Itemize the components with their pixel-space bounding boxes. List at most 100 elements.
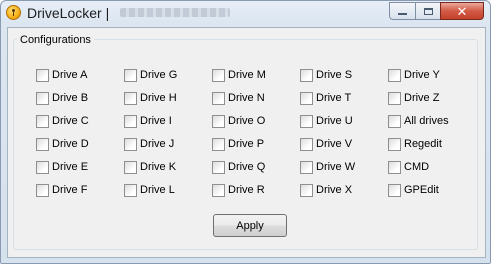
checkbox-box[interactable] (388, 68, 401, 82)
close-button[interactable]: ✕ (440, 2, 484, 20)
checkbox-label: Drive W (316, 161, 356, 173)
checkbox-box[interactable] (36, 160, 49, 174)
checkbox-drive-b[interactable]: Drive B (36, 90, 88, 106)
checkbox-drive-i[interactable]: Drive I (124, 113, 172, 129)
checkbox-drive-u[interactable]: Drive U (300, 113, 353, 129)
minimize-button[interactable] (389, 2, 415, 20)
client-area: Configurations Drive A Drive B Drive C Driv… (7, 27, 486, 258)
checkbox-label: Drive A (52, 69, 88, 81)
checkbox-label: Drive L (140, 184, 175, 196)
checkbox-label: Drive N (228, 92, 265, 104)
checkbox-label: Drive B (52, 92, 89, 104)
checkbox-box[interactable] (212, 183, 225, 197)
checkbox-label: Drive Q (228, 161, 266, 173)
checkbox-drive-s[interactable]: Drive S (300, 67, 352, 83)
minimize-icon (398, 13, 407, 15)
checkbox-drive-a[interactable]: Drive A (36, 67, 87, 83)
checkbox-gpedit[interactable]: GPEdit (388, 182, 439, 198)
blurred-title-url (120, 8, 230, 17)
checkbox-box[interactable] (300, 114, 313, 128)
close-icon: ✕ (456, 3, 468, 19)
checkbox-drive-o[interactable]: Drive O (212, 113, 265, 129)
checkbox-box[interactable] (212, 91, 225, 105)
checkbox-box[interactable] (124, 68, 137, 82)
checkbox-label: Drive T (316, 92, 352, 104)
checkbox-drive-p[interactable]: Drive P (212, 136, 264, 152)
checkbox-label: Drive K (140, 161, 177, 173)
checkbox-drive-t[interactable]: Drive T (300, 90, 351, 106)
checkbox-label: Drive H (140, 92, 177, 104)
checkbox-label: Drive I (140, 115, 172, 127)
checkbox-label: Drive M (228, 69, 266, 81)
checkbox-box[interactable] (36, 137, 49, 151)
checkbox-drive-x[interactable]: Drive X (300, 182, 352, 198)
checkbox-label: Drive D (52, 138, 89, 150)
checkbox-box[interactable] (36, 183, 49, 197)
checkbox-all-drives[interactable]: All drives (388, 113, 449, 129)
checkbox-box[interactable] (388, 137, 401, 151)
checkbox-label: Drive S (316, 69, 353, 81)
caption-buttons: ✕ (389, 2, 484, 21)
checkbox-label: Drive P (228, 138, 265, 150)
checkbox-drive-r[interactable]: Drive R (212, 182, 265, 198)
checkbox-drive-n[interactable]: Drive N (212, 90, 265, 106)
padlock-icon[interactable] (6, 5, 21, 20)
checkbox-box[interactable] (124, 91, 137, 105)
checkbox-box[interactable] (388, 183, 401, 197)
checkbox-drive-l[interactable]: Drive L (124, 182, 175, 198)
checkbox-cmd[interactable]: CMD (388, 159, 429, 175)
checkbox-drive-h[interactable]: Drive H (124, 90, 177, 106)
checkbox-label: Drive Z (404, 92, 440, 104)
checkbox-box[interactable] (36, 114, 49, 128)
checkbox-drive-k[interactable]: Drive K (124, 159, 176, 175)
checkbox-drive-d[interactable]: Drive D (36, 136, 89, 152)
checkbox-label: Drive G (140, 69, 178, 81)
checkbox-label: Drive R (228, 184, 265, 196)
checkbox-box[interactable] (124, 137, 137, 151)
checkbox-drive-j[interactable]: Drive J (124, 136, 174, 152)
checkbox-box[interactable] (300, 183, 313, 197)
checkbox-drive-c[interactable]: Drive C (36, 113, 89, 129)
checkbox-label: Drive E (52, 161, 89, 173)
checkbox-box[interactable] (388, 114, 401, 128)
checkbox-regedit[interactable]: Regedit (388, 136, 442, 152)
checkbox-box[interactable] (124, 183, 137, 197)
checkbox-label: Drive Y (404, 69, 440, 81)
checkbox-label: GPEdit (404, 184, 439, 196)
checkbox-label: Drive O (228, 115, 266, 127)
checkbox-label: Drive X (316, 184, 353, 196)
app-window: DriveLocker | ✕ Configurations Drive A Dr… (0, 0, 491, 264)
window-title: DriveLocker | (27, 5, 110, 21)
checkbox-box[interactable] (212, 68, 225, 82)
checkbox-box[interactable] (388, 91, 401, 105)
checkbox-box[interactable] (212, 160, 225, 174)
checkbox-box[interactable] (300, 137, 313, 151)
checkbox-drive-e[interactable]: Drive E (36, 159, 88, 175)
checkbox-box[interactable] (388, 160, 401, 174)
checkbox-drive-y[interactable]: Drive Y (388, 67, 440, 83)
checkbox-box[interactable] (124, 114, 137, 128)
checkbox-drive-g[interactable]: Drive G (124, 67, 177, 83)
checkbox-box[interactable] (124, 160, 137, 174)
checkbox-drive-f[interactable]: Drive F (36, 182, 87, 198)
checkbox-box[interactable] (212, 137, 225, 151)
checkbox-drive-m[interactable]: Drive M (212, 67, 266, 83)
checkbox-box[interactable] (212, 114, 225, 128)
checkbox-drive-v[interactable]: Drive V (300, 136, 352, 152)
checkbox-label: Drive V (316, 138, 353, 150)
checkbox-box[interactable] (36, 91, 49, 105)
maximize-button[interactable] (415, 2, 440, 20)
apply-button[interactable]: Apply (213, 214, 287, 237)
checkbox-box[interactable] (300, 91, 313, 105)
checkbox-box[interactable] (36, 68, 49, 82)
title-bar[interactable]: DriveLocker | ✕ (1, 1, 490, 25)
checkbox-drive-z[interactable]: Drive Z (388, 90, 439, 106)
checkbox-drive-w[interactable]: Drive W (300, 159, 355, 175)
checkbox-box[interactable] (300, 160, 313, 174)
maximize-icon (423, 7, 433, 15)
checkbox-box[interactable] (300, 68, 313, 82)
checkbox-drive-q[interactable]: Drive Q (212, 159, 265, 175)
checkbox-label: Drive C (52, 115, 89, 127)
groupbox-label: Configurations (17, 34, 94, 46)
checkbox-label: Regedit (404, 138, 442, 150)
